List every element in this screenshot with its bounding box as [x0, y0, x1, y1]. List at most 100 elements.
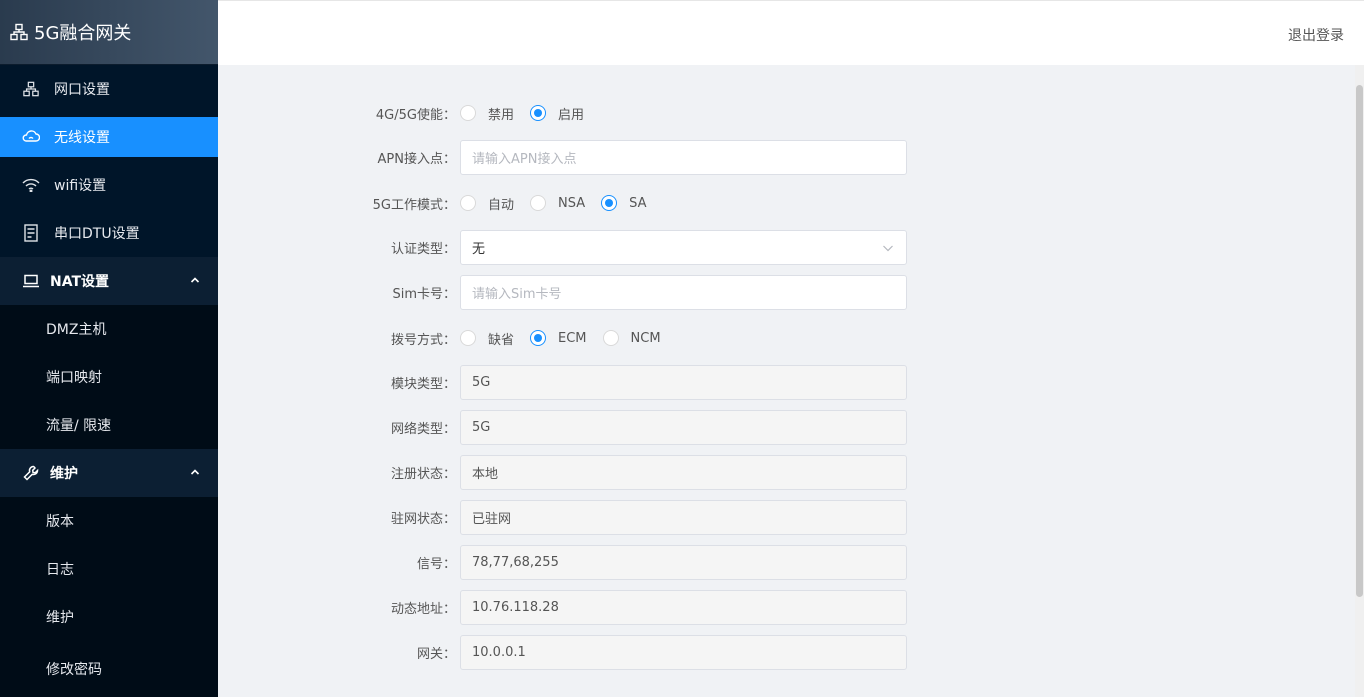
wifi-icon [22, 176, 40, 194]
dial-row: 拨号方式 缺省 ECM NCM [218, 320, 918, 356]
radio-dot[interactable] [460, 330, 476, 346]
sidebar-item-label: NAT设置 [50, 274, 110, 290]
sidebar-item-label: 修改密码 [46, 662, 102, 678]
sidebar-item-log[interactable]: 日志 [0, 545, 218, 593]
scrollbar[interactable] [1355, 65, 1364, 697]
sidebar-item-port-mapping[interactable]: 端口映射 [0, 353, 218, 401]
sidebar-item-nat[interactable]: NAT设置 [0, 257, 218, 305]
network-type-label: 网络类型 [218, 418, 458, 437]
network-icon [10, 23, 28, 41]
network-type-field: 5G [460, 409, 907, 445]
gateway-row: 网关 10.0.0.1 [218, 634, 918, 670]
dyn-addr-row: 动态地址 10.76.118.28 [218, 589, 918, 625]
radio-label: 自动 [488, 197, 515, 213]
gateway-label: 网关 [218, 643, 458, 662]
sidebar-item-label: DMZ主机 [46, 322, 107, 338]
radio-dot[interactable] [530, 195, 547, 211]
wrench-icon [22, 464, 40, 482]
sidebar-item-wireless[interactable]: 无线设置 [0, 117, 218, 157]
wireless-cloud-icon [22, 128, 40, 146]
radio-label: 启用 [558, 107, 585, 123]
radio-label: NSA [558, 195, 586, 211]
module-type-field: 5G [460, 364, 907, 400]
sidebar-item-label: 网口设置 [54, 82, 110, 98]
sidebar-item-label: 流量/ 限速 [46, 418, 112, 434]
sidebar-item-label: 日志 [46, 562, 74, 578]
radio-label: 禁用 [488, 107, 515, 123]
radio-label: SA [629, 195, 647, 211]
auth-row: 认证类型 无 [218, 229, 918, 265]
radio-dot[interactable] [460, 195, 476, 211]
radio-label: NCM [630, 330, 661, 346]
sidebar-item-wifi[interactable]: wifi设置 [0, 161, 218, 209]
server-icon [22, 224, 40, 242]
radio-label: ECM [558, 330, 587, 346]
sidebar-item-serial-dtu[interactable]: 串口DTU设置 [0, 209, 218, 257]
enable-radio-disable[interactable]: 禁用 [460, 104, 514, 123]
sidebar-item-label: 无线设置 [54, 130, 110, 146]
mode-radio-sa[interactable]: SA [601, 195, 647, 211]
app-brand: 5G融合网关 [0, 0, 218, 65]
sidebar-item-label: 版本 [46, 514, 74, 530]
module-type-label: 模块类型 [218, 373, 458, 392]
chevron-down-icon [882, 242, 894, 254]
sidebar-item-version[interactable]: 版本 [0, 497, 218, 545]
enable-row: 4G/5G使能 禁用 启用 [218, 95, 918, 131]
auth-label: 认证类型 [218, 238, 458, 257]
sidebar-item-dmz[interactable]: DMZ主机 [0, 305, 218, 353]
reg-status-label: 注册状态 [218, 463, 458, 482]
network-icon [22, 80, 40, 98]
app-title: 5G融合网关 [34, 23, 132, 44]
radio-dot[interactable] [601, 195, 618, 211]
module-type-row: 模块类型 5G [218, 364, 918, 400]
camp-status-label: 驻网状态 [218, 508, 458, 527]
auth-select[interactable]: 无 [460, 229, 907, 265]
radio-dot[interactable] [602, 330, 619, 346]
apn-row: APN接入点 请输入APN接入点 [218, 139, 918, 175]
enable-label: 4G/5G使能 [218, 104, 458, 123]
dial-radio-ecm[interactable]: ECM [530, 330, 587, 346]
sidebar-item-traffic-limit[interactable]: 流量/ 限速 [0, 401, 218, 449]
sim-row: Sim卡号 请输入Sim卡号 [218, 274, 918, 310]
sidebar-item-label: 维护 [50, 466, 78, 482]
top-header: 退出登录 [218, 0, 1364, 65]
sidebar-item-label: 维护 [46, 610, 74, 626]
network-type-row: 网络类型 5G [218, 409, 918, 445]
sim-input[interactable]: 请输入Sim卡号 [460, 274, 907, 310]
sidebar-item-change-password[interactable]: 修改密码 [0, 641, 218, 697]
dial-radio-default[interactable]: 缺省 [460, 329, 514, 348]
sidebar-item-network[interactable]: 网口设置 [0, 65, 218, 113]
mode-label: 5G工作模式 [218, 194, 458, 213]
apn-input[interactable]: 请输入APN接入点 [460, 139, 907, 175]
chevron-up-icon [190, 275, 200, 285]
radio-dot[interactable] [530, 330, 547, 346]
gateway-field: 10.0.0.1 [460, 634, 907, 670]
auth-select-value: 无 [472, 241, 486, 257]
laptop-icon [22, 272, 40, 290]
dial-radio-ncm[interactable]: NCM [602, 330, 661, 346]
reg-status-field: 本地 [460, 454, 907, 490]
sidebar-item-maintain[interactable]: 维护 [0, 593, 218, 641]
sidebar-item-label: 端口映射 [46, 370, 102, 386]
wireless-settings-form: 4G/5G使能 禁用 启用 APN接入点 请输入APN接入点 5G工作模式 自动… [218, 65, 1355, 697]
dyn-addr-label: 动态地址 [218, 598, 458, 617]
chevron-up-icon [190, 467, 200, 477]
scrollbar-thumb[interactable] [1356, 85, 1363, 597]
sidebar: 5G融合网关 网口设置 无线设置 wifi设置 串口DTU设置 NAT设置 DM… [0, 0, 218, 697]
radio-dot[interactable] [530, 105, 547, 121]
radio-dot[interactable] [460, 105, 476, 121]
logout-link[interactable]: 退出登录 [1288, 25, 1344, 45]
mode-radio-auto[interactable]: 自动 [460, 194, 514, 213]
signal-field: 78,77,68,255 [460, 544, 907, 580]
sidebar-item-label: wifi设置 [54, 178, 107, 194]
enable-radio-enable[interactable]: 启用 [530, 104, 584, 123]
reg-status-row: 注册状态 本地 [218, 454, 918, 490]
camp-status-row: 驻网状态 已驻网 [218, 499, 918, 535]
camp-status-field: 已驻网 [460, 499, 907, 535]
sidebar-item-label: 串口DTU设置 [54, 226, 140, 242]
mode-radio-group: 自动 NSA SA [460, 185, 663, 221]
dial-label: 拨号方式 [218, 329, 458, 348]
sidebar-item-maintenance[interactable]: 维护 [0, 449, 218, 497]
mode-radio-nsa[interactable]: NSA [530, 195, 585, 211]
mode-row: 5G工作模式 自动 NSA SA [218, 185, 918, 221]
